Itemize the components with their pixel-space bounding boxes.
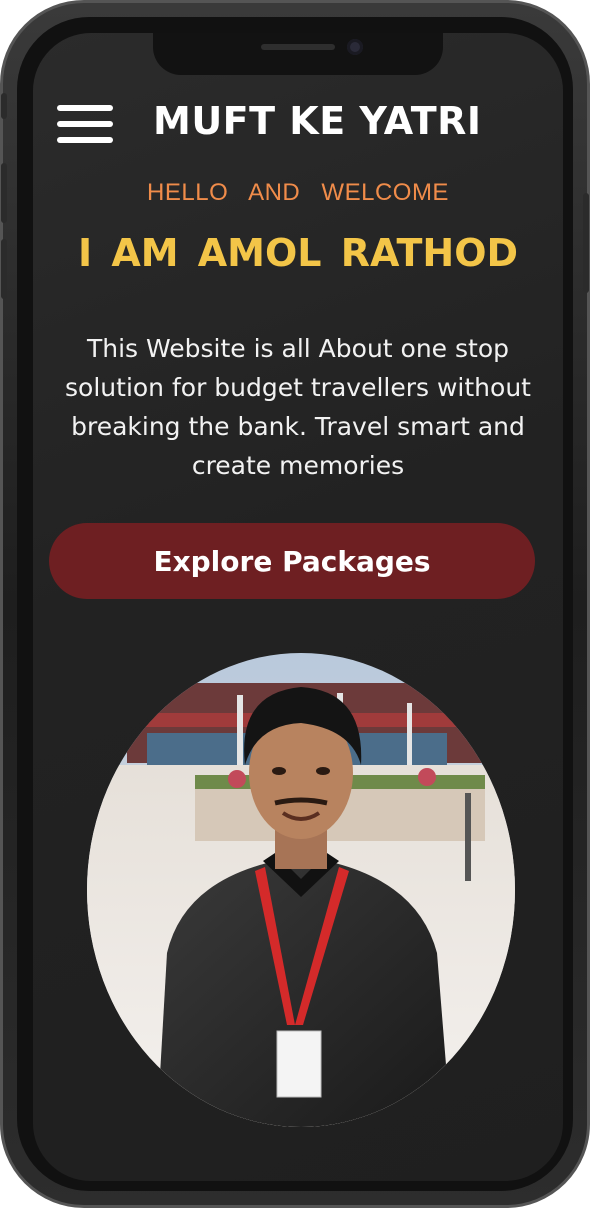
phone-volume-up-button [1, 163, 7, 223]
phone-frame: MUFT KE YATRI HELLO AND WELCOME I AM AMO… [0, 0, 590, 1208]
explore-packages-button[interactable]: Explore Packages [49, 523, 535, 599]
phone-power-button [583, 193, 589, 293]
hero-name-heading: I AM AMOL RATHOD [77, 231, 519, 275]
front-camera [347, 39, 363, 55]
brand-title: MUFT KE YATRI [153, 99, 482, 143]
phone-notch [153, 33, 443, 75]
speaker-grille [261, 44, 335, 50]
phone-side-button-left [1, 93, 7, 119]
hamburger-menu-icon[interactable] [55, 101, 115, 147]
phone-screen: MUFT KE YATRI HELLO AND WELCOME I AM AMO… [33, 33, 563, 1181]
site-header: MUFT KE YATRI [55, 99, 545, 149]
phone-volume-down-button [1, 239, 7, 299]
profile-photo [87, 653, 515, 1127]
hero-description: This Website is all About one stop solut… [65, 334, 531, 480]
greeting-text: HELLO AND WELCOME [147, 179, 449, 206]
